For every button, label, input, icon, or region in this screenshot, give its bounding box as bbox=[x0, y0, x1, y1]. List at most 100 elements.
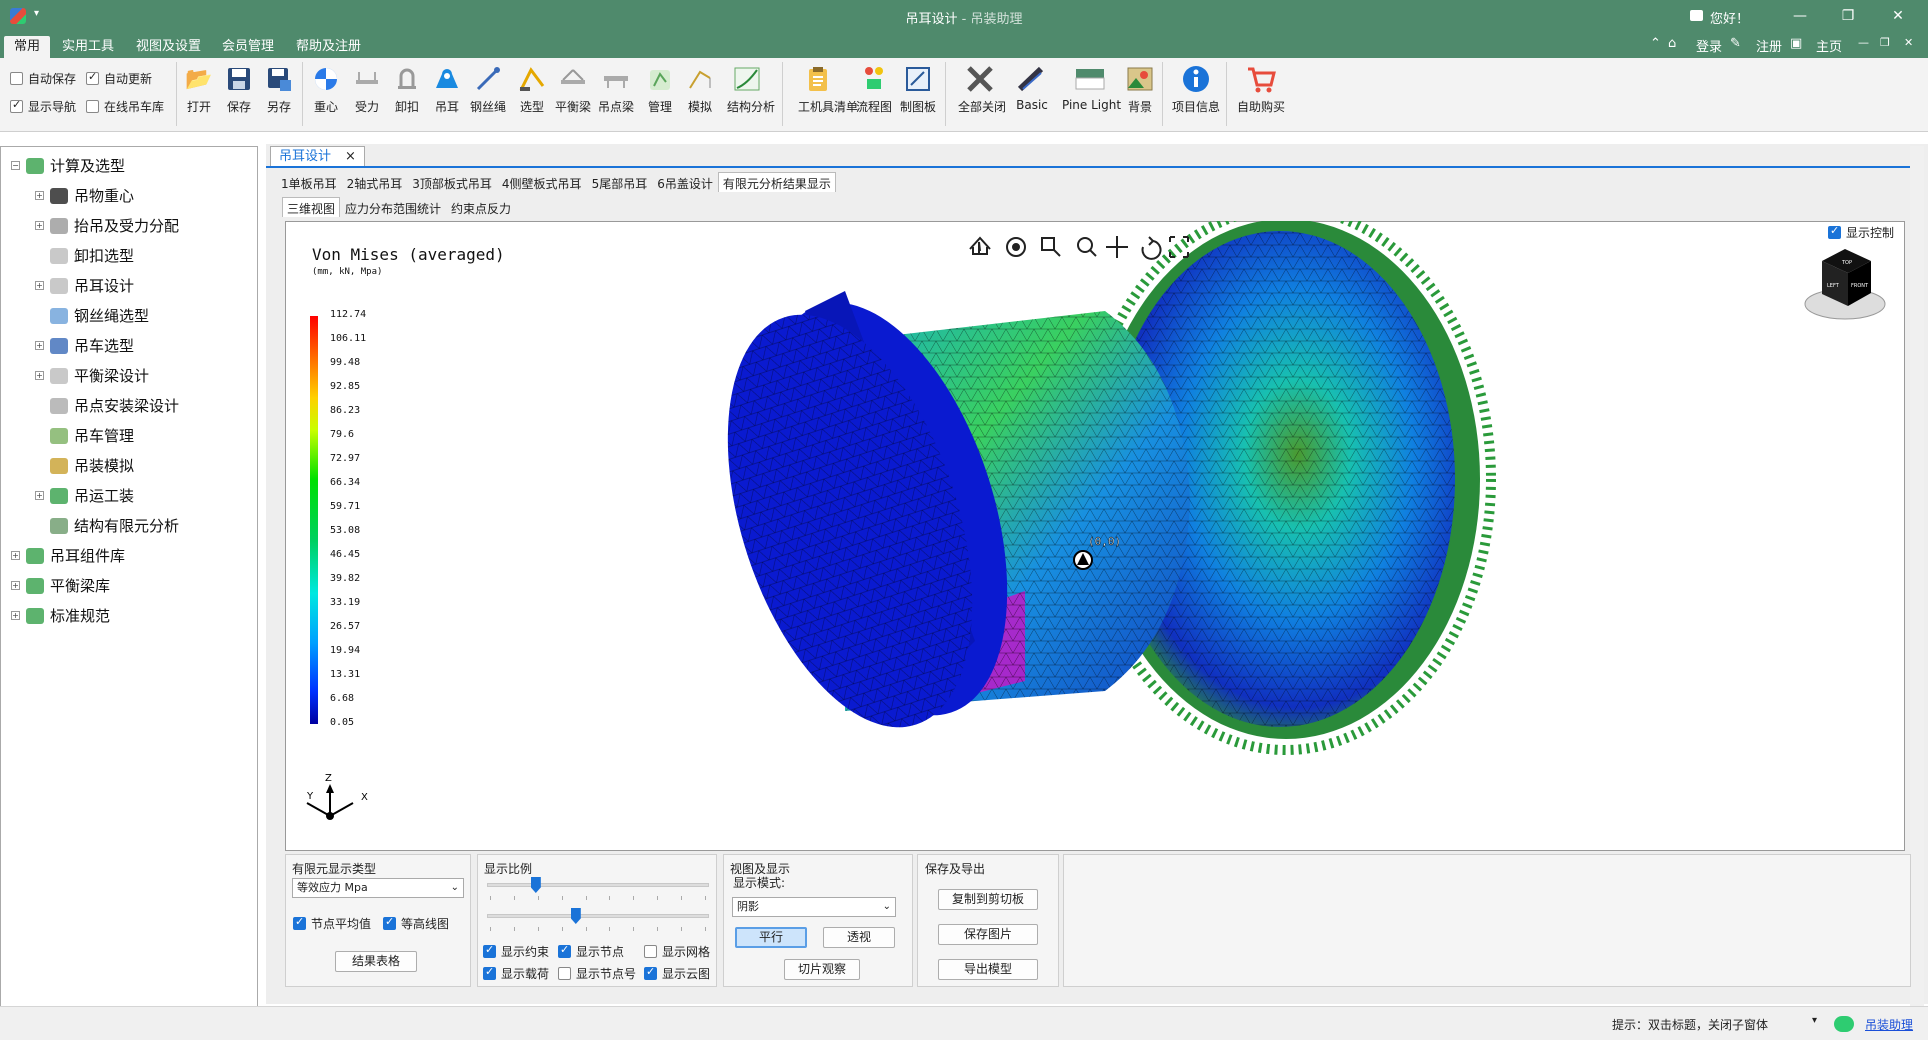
subtab-side-plate-lug[interactable]: 4侧壁板式吊耳 bbox=[497, 172, 587, 192]
fea-model-render[interactable]: (0,0) TOP LEFT FRONT Z Y X bbox=[285, 221, 1905, 851]
subtab-single-plate-lug[interactable]: 1单板吊耳 bbox=[276, 172, 342, 192]
scale-slider-2[interactable] bbox=[487, 914, 709, 918]
tree-item[interactable]: + 平衡梁库 bbox=[11, 575, 110, 596]
tree-expander-icon[interactable]: + bbox=[35, 281, 44, 290]
self-purchase-button[interactable]: 自助购买 bbox=[1236, 64, 1286, 115]
show-contour-checkbox[interactable]: 显示云图 bbox=[644, 965, 710, 982]
tree-expander-icon[interactable]: + bbox=[35, 191, 44, 200]
maximize-button[interactable]: ❐ bbox=[1834, 6, 1862, 26]
tree-item[interactable]: + 标准规范 bbox=[11, 605, 110, 626]
toggle-icon[interactable] bbox=[1834, 1016, 1854, 1032]
tree-expander-icon[interactable]: + bbox=[35, 341, 44, 350]
auto-save-checkbox[interactable]: 自动保存 bbox=[10, 70, 76, 87]
copy-to-clipboard-button[interactable]: 复制到剪切板 bbox=[938, 889, 1038, 910]
theme-basic-button[interactable]: Basic bbox=[1012, 64, 1052, 112]
menu-tab-membership[interactable]: 会员管理 bbox=[212, 36, 284, 58]
tree-item[interactable]: + 吊耳组件库 bbox=[11, 545, 125, 566]
perspective-projection-button[interactable]: 透视 bbox=[823, 927, 895, 948]
view-cube[interactable]: TOP LEFT FRONT bbox=[1804, 249, 1886, 320]
register-link[interactable]: 注册 bbox=[1756, 36, 1782, 55]
home-view-icon[interactable] bbox=[969, 236, 991, 255]
home-link[interactable]: 主页 bbox=[1816, 36, 1842, 55]
pan-icon[interactable] bbox=[1106, 236, 1128, 258]
tree-expander-icon[interactable]: + bbox=[35, 221, 44, 230]
mdi-restore-button[interactable]: ❐ bbox=[1880, 36, 1890, 49]
node-average-checkbox[interactable]: 节点平均值 bbox=[293, 915, 371, 932]
simulate-button[interactable]: 模拟 bbox=[680, 64, 720, 115]
mdi-close-button[interactable]: ✕ bbox=[1904, 36, 1913, 49]
menu-tab-view-settings[interactable]: 视图及设置 bbox=[126, 36, 211, 58]
parallel-projection-button[interactable]: 平行 bbox=[735, 927, 807, 948]
status-link[interactable]: 吊装助理 bbox=[1865, 1016, 1913, 1033]
tree-item[interactable]: + 抬吊及受力分配 bbox=[35, 215, 179, 236]
save-image-button[interactable]: 保存图片 bbox=[938, 924, 1038, 945]
doc-tab-close-icon[interactable]: × bbox=[345, 149, 356, 164]
menu-tab-common[interactable]: 常用 bbox=[4, 36, 51, 58]
show-nav-checkbox[interactable]: 显示导航 bbox=[10, 98, 76, 115]
menu-tab-help[interactable]: 帮助及注册 bbox=[286, 36, 371, 58]
result-table-button[interactable]: 结果表格 bbox=[335, 951, 417, 972]
tree-item[interactable]: 卸扣选型 bbox=[35, 245, 134, 266]
fe-type-select[interactable]: 等效应力 Mpa ⌄ bbox=[292, 878, 464, 898]
login-link[interactable]: 登录 bbox=[1696, 36, 1722, 55]
subtab-tail-lug[interactable]: 5尾部吊耳 bbox=[587, 172, 653, 192]
tree-item[interactable]: 钢丝绳选型 bbox=[35, 305, 149, 326]
show-node-numbers-checkbox[interactable]: 显示节点号 bbox=[558, 965, 636, 982]
manage-button[interactable]: 管理 bbox=[640, 64, 680, 115]
tree-item[interactable]: + 吊耳设计 bbox=[35, 275, 134, 296]
tree-expander-icon[interactable]: + bbox=[11, 581, 20, 590]
structure-analysis-button[interactable]: 结构分析 bbox=[727, 64, 775, 115]
doc-tab-lug-design[interactable]: 吊耳设计 × bbox=[270, 146, 365, 166]
save-button[interactable]: 保存 bbox=[219, 64, 259, 115]
tool-list-button[interactable]: 工机具清单 bbox=[798, 64, 858, 115]
subtab-top-plate-lug[interactable]: 3顶部板式吊耳 bbox=[407, 172, 497, 192]
tree-item[interactable]: + 吊车选型 bbox=[35, 335, 134, 356]
close-all-button[interactable]: 全部关闭 bbox=[958, 64, 1006, 115]
scale-slider-1[interactable] bbox=[487, 883, 709, 887]
save-as-button[interactable]: 另存 bbox=[259, 64, 299, 115]
ribbon-collapse-icon[interactable]: ⌃ bbox=[1650, 36, 1661, 51]
drawing-board-button[interactable]: 制图板 bbox=[898, 64, 938, 115]
tree-item[interactable]: 吊车管理 bbox=[35, 425, 134, 446]
tree-item[interactable]: + 吊运工装 bbox=[35, 485, 134, 506]
force-button[interactable]: 受力 bbox=[347, 64, 387, 115]
contour-checkbox[interactable]: 等高线图 bbox=[383, 915, 449, 932]
tree-expander-icon[interactable]: − bbox=[11, 161, 20, 170]
wire-rope-button[interactable]: 钢丝绳 bbox=[468, 64, 508, 115]
orbit-icon[interactable] bbox=[1006, 237, 1026, 257]
auto-update-checkbox[interactable]: 自动更新 bbox=[86, 70, 152, 87]
tree-item[interactable]: 结构有限元分析 bbox=[35, 515, 179, 536]
slice-view-button[interactable]: 切片观察 bbox=[784, 959, 860, 980]
theme-pine-light-button[interactable]: Pine Light bbox=[1062, 64, 1121, 112]
show-control-checkbox[interactable]: 显示控制 bbox=[1828, 224, 1894, 241]
tree-item[interactable]: + 吊物重心 bbox=[35, 185, 134, 206]
status-dropdown-icon[interactable]: ▾ bbox=[1812, 1015, 1817, 1026]
viewtab-constraint-reaction[interactable]: 约束点反力 bbox=[446, 197, 516, 217]
tree-item[interactable]: − 计算及选型 bbox=[11, 155, 125, 176]
tree-item[interactable]: + 平衡梁设计 bbox=[35, 365, 149, 386]
close-button[interactable]: ✕ bbox=[1884, 6, 1912, 26]
export-model-button[interactable]: 导出模型 bbox=[938, 959, 1038, 980]
online-crane-lib-checkbox[interactable]: 在线吊车库 bbox=[86, 98, 164, 115]
rotate-icon[interactable] bbox=[1141, 236, 1162, 260]
show-loads-checkbox[interactable]: 显示载荷 bbox=[483, 965, 549, 982]
shackle-button[interactable]: 卸扣 bbox=[387, 64, 427, 115]
tree-item[interactable]: 吊点安装梁设计 bbox=[35, 395, 179, 416]
center-of-gravity-button[interactable]: 重心 bbox=[306, 64, 346, 115]
viewtab-3d[interactable]: 三维视图 bbox=[282, 197, 341, 217]
show-nodes-checkbox[interactable]: 显示节点 bbox=[558, 943, 624, 960]
show-mesh-checkbox[interactable]: 显示网格 bbox=[644, 943, 710, 960]
tree-expander-icon[interactable]: + bbox=[11, 611, 20, 620]
lifting-beam-button[interactable]: 吊点梁 bbox=[596, 64, 636, 115]
right-scrollbar[interactable] bbox=[1910, 146, 1924, 1006]
tree-expander-icon[interactable]: + bbox=[35, 491, 44, 500]
project-info-button[interactable]: 项目信息 bbox=[1172, 64, 1220, 115]
subtab-lid-design[interactable]: 6吊盖设计 bbox=[652, 172, 718, 192]
tree-item[interactable]: 吊装模拟 bbox=[35, 455, 134, 476]
spreader-beam-button[interactable]: 平衡梁 bbox=[553, 64, 593, 115]
mdi-minimize-button[interactable]: — bbox=[1858, 36, 1869, 49]
subtab-shaft-lug[interactable]: 2轴式吊耳 bbox=[342, 172, 408, 192]
zoom-box-icon[interactable] bbox=[1041, 237, 1061, 257]
open-button[interactable]: 📂 打开 bbox=[179, 64, 219, 115]
background-button[interactable]: 背景 bbox=[1120, 64, 1160, 115]
